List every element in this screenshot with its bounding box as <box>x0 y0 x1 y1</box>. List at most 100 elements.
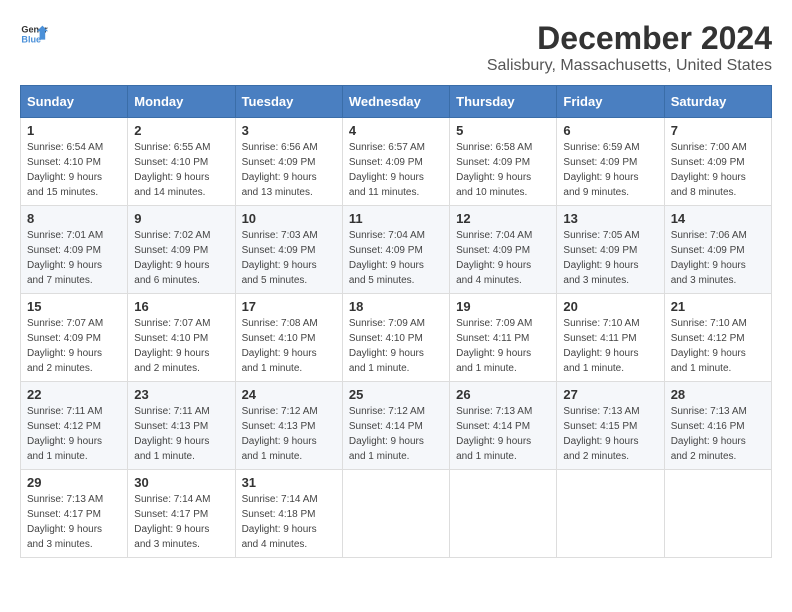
day-info: Sunrise: 6:55 AMSunset: 4:10 PMDaylight:… <box>134 140 228 200</box>
day-number: 16 <box>134 299 228 314</box>
day-number: 20 <box>563 299 657 314</box>
calendar-table: SundayMondayTuesdayWednesdayThursdayFrid… <box>20 85 772 558</box>
day-info: Sunrise: 6:59 AMSunset: 4:09 PMDaylight:… <box>563 140 657 200</box>
day-number: 18 <box>349 299 443 314</box>
day-info: Sunrise: 7:11 AMSunset: 4:12 PMDaylight:… <box>27 404 121 464</box>
calendar-week-row: 22 Sunrise: 7:11 AMSunset: 4:12 PMDayligh… <box>21 382 772 470</box>
calendar-cell: 3 Sunrise: 6:56 AMSunset: 4:09 PMDaylight… <box>235 118 342 206</box>
day-info: Sunrise: 7:11 AMSunset: 4:13 PMDaylight:… <box>134 404 228 464</box>
day-info: Sunrise: 7:05 AMSunset: 4:09 PMDaylight:… <box>563 228 657 288</box>
day-number: 3 <box>242 123 336 138</box>
calendar-cell: 7Sunrise: 7:00 AMSunset: 4:09 PMDaylight… <box>664 118 771 206</box>
day-info: Sunrise: 7:13 AMSunset: 4:14 PMDaylight:… <box>456 404 550 464</box>
logo: General Blue <box>20 20 48 48</box>
calendar-cell: 31Sunrise: 7:14 AMSunset: 4:18 PMDayligh… <box>235 470 342 558</box>
calendar-cell: 24 Sunrise: 7:12 AMSunset: 4:13 PMDayligh… <box>235 382 342 470</box>
calendar-week-row: 29 Sunrise: 7:13 AMSunset: 4:17 PMDayligh… <box>21 470 772 558</box>
day-info: Sunrise: 7:10 AMSunset: 4:11 PMDaylight:… <box>563 316 657 376</box>
subtitle: Salisbury, Massachusetts, United States <box>487 57 772 75</box>
day-info: Sunrise: 7:07 AMSunset: 4:09 PMDaylight:… <box>27 316 121 376</box>
day-number: 23 <box>134 387 228 402</box>
day-number: 31 <box>242 475 336 490</box>
calendar-cell: 10 Sunrise: 7:03 AMSunset: 4:09 PMDayligh… <box>235 206 342 294</box>
day-info: Sunrise: 7:03 AMSunset: 4:09 PMDaylight:… <box>242 228 336 288</box>
day-number: 24 <box>242 387 336 402</box>
calendar-cell: 2 Sunrise: 6:55 AMSunset: 4:10 PMDaylight… <box>128 118 235 206</box>
calendar-cell: 12 Sunrise: 7:04 AMSunset: 4:09 PMDayligh… <box>450 206 557 294</box>
calendar-cell: 20 Sunrise: 7:10 AMSunset: 4:11 PMDayligh… <box>557 294 664 382</box>
day-number: 7 <box>671 123 765 138</box>
day-number: 8 <box>27 211 121 226</box>
day-info: Sunrise: 7:07 AMSunset: 4:10 PMDaylight:… <box>134 316 228 376</box>
calendar-cell: 4 Sunrise: 6:57 AMSunset: 4:09 PMDaylight… <box>342 118 449 206</box>
calendar-cell: 9Sunrise: 7:02 AMSunset: 4:09 PMDaylight… <box>128 206 235 294</box>
calendar-cell: 26 Sunrise: 7:13 AMSunset: 4:14 PMDayligh… <box>450 382 557 470</box>
calendar-header-row: SundayMondayTuesdayWednesdayThursdayFrid… <box>21 86 772 118</box>
day-info: Sunrise: 7:04 AMSunset: 4:09 PMDaylight:… <box>349 228 443 288</box>
day-number: 2 <box>134 123 228 138</box>
header-day-tuesday: Tuesday <box>235 86 342 118</box>
calendar-cell: 15 Sunrise: 7:07 AMSunset: 4:09 PMDayligh… <box>21 294 128 382</box>
calendar-cell: 28 Sunrise: 7:13 AMSunset: 4:16 PMDayligh… <box>664 382 771 470</box>
day-number: 29 <box>27 475 121 490</box>
day-info: Sunrise: 7:12 AMSunset: 4:13 PMDaylight:… <box>242 404 336 464</box>
calendar-cell: 1 Sunrise: 6:54 AMSunset: 4:10 PMDaylight… <box>21 118 128 206</box>
calendar-cell: 14Sunrise: 7:06 AMSunset: 4:09 PMDayligh… <box>664 206 771 294</box>
day-info: Sunrise: 6:57 AMSunset: 4:09 PMDaylight:… <box>349 140 443 200</box>
calendar-week-row: 8Sunrise: 7:01 AMSunset: 4:09 PMDaylight… <box>21 206 772 294</box>
header: General Blue December 2024 Salisbury, Ma… <box>20 20 772 75</box>
header-day-thursday: Thursday <box>450 86 557 118</box>
day-info: Sunrise: 6:56 AMSunset: 4:09 PMDaylight:… <box>242 140 336 200</box>
day-number: 10 <box>242 211 336 226</box>
header-day-monday: Monday <box>128 86 235 118</box>
day-number: 13 <box>563 211 657 226</box>
day-number: 22 <box>27 387 121 402</box>
calendar-cell: 18Sunrise: 7:09 AMSunset: 4:10 PMDayligh… <box>342 294 449 382</box>
calendar-cell: 5 Sunrise: 6:58 AMSunset: 4:09 PMDaylight… <box>450 118 557 206</box>
calendar-cell: 25 Sunrise: 7:12 AMSunset: 4:14 PMDayligh… <box>342 382 449 470</box>
day-info: Sunrise: 7:14 AMSunset: 4:17 PMDaylight:… <box>134 492 228 552</box>
calendar-week-row: 15 Sunrise: 7:07 AMSunset: 4:09 PMDayligh… <box>21 294 772 382</box>
day-number: 25 <box>349 387 443 402</box>
day-info: Sunrise: 7:13 AMSunset: 4:15 PMDaylight:… <box>563 404 657 464</box>
calendar-cell: 27Sunrise: 7:13 AMSunset: 4:15 PMDayligh… <box>557 382 664 470</box>
logo-icon: General Blue <box>20 20 48 48</box>
day-number: 5 <box>456 123 550 138</box>
day-info: Sunrise: 7:13 AMSunset: 4:16 PMDaylight:… <box>671 404 765 464</box>
header-day-wednesday: Wednesday <box>342 86 449 118</box>
day-info: Sunrise: 6:58 AMSunset: 4:09 PMDaylight:… <box>456 140 550 200</box>
day-number: 30 <box>134 475 228 490</box>
calendar-cell <box>450 470 557 558</box>
calendar-cell <box>664 470 771 558</box>
day-info: Sunrise: 7:02 AMSunset: 4:09 PMDaylight:… <box>134 228 228 288</box>
calendar-cell: 29 Sunrise: 7:13 AMSunset: 4:17 PMDayligh… <box>21 470 128 558</box>
day-number: 19 <box>456 299 550 314</box>
calendar-cell: 6Sunrise: 6:59 AMSunset: 4:09 PMDaylight… <box>557 118 664 206</box>
day-number: 12 <box>456 211 550 226</box>
day-number: 1 <box>27 123 121 138</box>
main-title: December 2024 <box>487 20 772 57</box>
day-number: 11 <box>349 211 443 226</box>
calendar-cell: 22 Sunrise: 7:11 AMSunset: 4:12 PMDayligh… <box>21 382 128 470</box>
day-number: 28 <box>671 387 765 402</box>
calendar-cell: 21 Sunrise: 7:10 AMSunset: 4:12 PMDayligh… <box>664 294 771 382</box>
day-number: 17 <box>242 299 336 314</box>
calendar-cell: 23 Sunrise: 7:11 AMSunset: 4:13 PMDayligh… <box>128 382 235 470</box>
day-number: 26 <box>456 387 550 402</box>
day-info: Sunrise: 6:54 AMSunset: 4:10 PMDaylight:… <box>27 140 121 200</box>
day-info: Sunrise: 7:12 AMSunset: 4:14 PMDaylight:… <box>349 404 443 464</box>
title-section: December 2024 Salisbury, Massachusetts, … <box>487 20 772 75</box>
day-info: Sunrise: 7:04 AMSunset: 4:09 PMDaylight:… <box>456 228 550 288</box>
calendar-cell: 17Sunrise: 7:08 AMSunset: 4:10 PMDayligh… <box>235 294 342 382</box>
day-number: 15 <box>27 299 121 314</box>
calendar-cell: 13 Sunrise: 7:05 AMSunset: 4:09 PMDayligh… <box>557 206 664 294</box>
svg-text:Blue: Blue <box>21 34 41 44</box>
day-number: 4 <box>349 123 443 138</box>
day-info: Sunrise: 7:13 AMSunset: 4:17 PMDaylight:… <box>27 492 121 552</box>
calendar-cell <box>557 470 664 558</box>
calendar-cell: 16 Sunrise: 7:07 AMSunset: 4:10 PMDayligh… <box>128 294 235 382</box>
day-info: Sunrise: 7:10 AMSunset: 4:12 PMDaylight:… <box>671 316 765 376</box>
header-day-friday: Friday <box>557 86 664 118</box>
calendar-cell: 8Sunrise: 7:01 AMSunset: 4:09 PMDaylight… <box>21 206 128 294</box>
day-number: 21 <box>671 299 765 314</box>
